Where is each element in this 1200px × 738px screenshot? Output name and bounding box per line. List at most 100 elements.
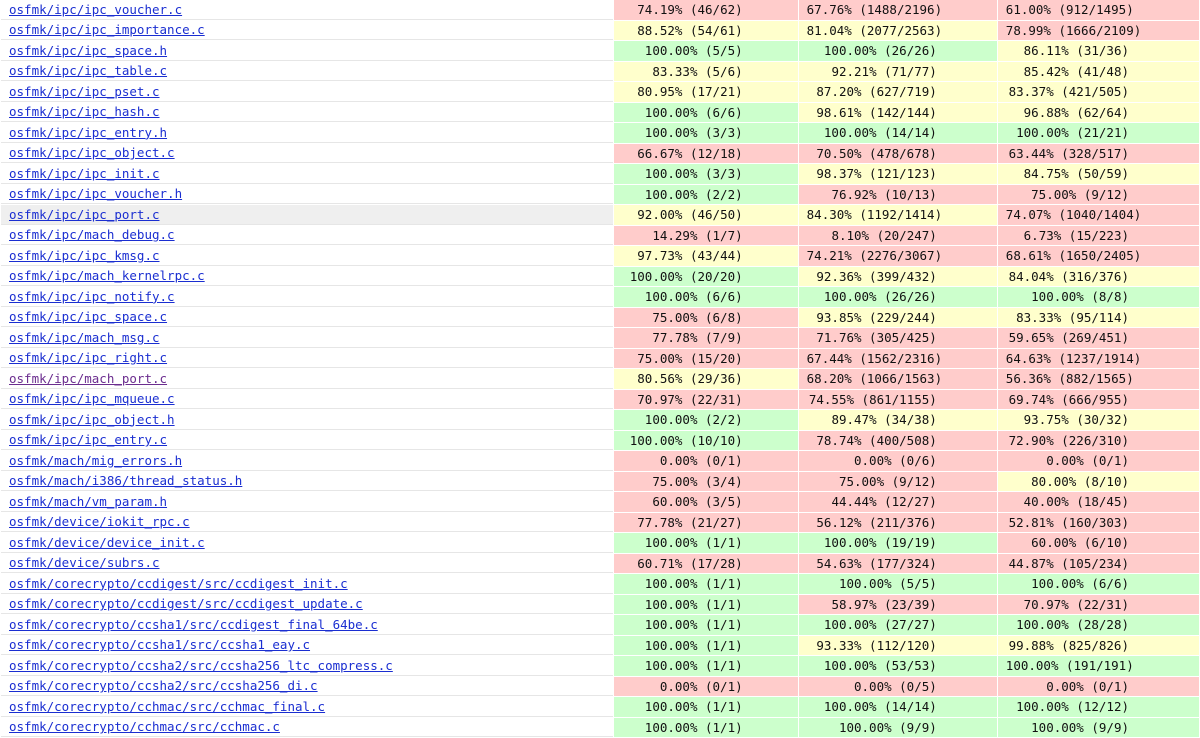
function-coverage-cell: 77.78% (21/27) [613,512,798,532]
line-coverage-cell: 87.20% (627/719) [798,82,997,102]
branch-coverage-cell: 100.00% (21/21) [997,123,1199,143]
file-link[interactable]: osfmk/device/device_init.c [9,535,205,550]
line-coverage-cell: 68.20% (1066/1563) [798,369,997,389]
branch-coverage-cell: 60.00% (6/10) [997,533,1199,553]
line-coverage-cell: 58.97% (23/39) [798,594,997,614]
line-coverage-cell: 70.50% (478/678) [798,143,997,163]
file-link[interactable]: osfmk/device/subrs.c [9,555,160,570]
function-coverage-cell: 75.00% (6/8) [613,307,798,327]
file-link[interactable]: osfmk/ipc/ipc_notify.c [9,289,175,304]
table-row: osfmk/device/device_init.c 100.00% (1/1) 1… [1,533,1199,553]
file-cell: osfmk/ipc/ipc_space.c [1,307,613,327]
file-link[interactable]: osfmk/corecrypto/ccdigest/src/ccdigest_i… [9,576,348,591]
line-coverage-cell: 71.76% (305/425) [798,328,997,348]
file-link[interactable]: osfmk/corecrypto/ccsha2/src/ccsha256_ltc… [9,658,393,673]
file-cell: osfmk/ipc/mach_debug.c [1,225,613,245]
function-coverage-cell: 100.00% (6/6) [613,287,798,307]
table-row: osfmk/corecrypto/ccdigest/src/ccdigest_u… [1,594,1199,614]
file-link[interactable]: osfmk/corecrypto/ccsha1/src/ccdigest_fin… [9,617,378,632]
file-link[interactable]: osfmk/corecrypto/ccdigest/src/ccdigest_u… [9,596,363,611]
function-coverage-cell: 100.00% (3/3) [613,164,798,184]
file-cell: osfmk/ipc/ipc_importance.c [1,20,613,40]
line-coverage-cell: 100.00% (53/53) [798,656,997,676]
file-link[interactable]: osfmk/ipc/ipc_object.h [9,412,175,427]
file-link[interactable]: osfmk/ipc/ipc_space.h [9,43,167,58]
line-coverage-cell: 84.30% (1192/1414) [798,205,997,225]
branch-coverage-cell: 86.11% (31/36) [997,41,1199,61]
branch-coverage-cell: 69.74% (666/955) [997,389,1199,409]
file-link[interactable]: osfmk/ipc/ipc_importance.c [9,22,205,37]
table-row: osfmk/mach/mig_errors.h 0.00% (0/1) 0.00% … [1,451,1199,471]
function-coverage-cell: 100.00% (20/20) [613,266,798,286]
line-coverage-cell: 92.21% (71/77) [798,61,997,81]
line-coverage-cell: 67.76% (1488/2196) [798,0,997,20]
file-link[interactable]: osfmk/ipc/mach_kernelrpc.c [9,268,205,283]
file-link[interactable]: osfmk/ipc/ipc_voucher.c [9,2,182,17]
line-coverage-cell: 0.00% (0/5) [798,676,997,696]
function-coverage-cell: 88.52% (54/61) [613,20,798,40]
file-cell: osfmk/corecrypto/ccsha1/src/ccdigest_fin… [1,615,613,635]
file-link[interactable]: osfmk/corecrypto/cchmac/src/cchmac.c [9,719,280,734]
function-coverage-cell: 14.29% (1/7) [613,225,798,245]
file-link[interactable]: osfmk/ipc/mach_port.c [9,371,167,386]
function-coverage-cell: 100.00% (2/2) [613,410,798,430]
line-coverage-cell: 100.00% (9/9) [798,717,997,737]
function-coverage-cell: 100.00% (1/1) [613,717,798,737]
table-row: osfmk/corecrypto/ccdigest/src/ccdigest_i… [1,574,1199,594]
function-coverage-cell: 100.00% (5/5) [613,41,798,61]
branch-coverage-cell: 0.00% (0/1) [997,676,1199,696]
file-link[interactable]: osfmk/device/iokit_rpc.c [9,514,190,529]
file-link[interactable]: osfmk/ipc/ipc_space.c [9,309,167,324]
file-link[interactable]: osfmk/ipc/ipc_voucher.h [9,186,182,201]
function-coverage-cell: 75.00% (15/20) [613,348,798,368]
line-coverage-cell: 78.74% (400/508) [798,430,997,450]
file-link[interactable]: osfmk/mach/vm_param.h [9,494,167,509]
function-coverage-cell: 70.97% (22/31) [613,389,798,409]
table-row: osfmk/ipc/ipc_init.c 100.00% (3/3) 98.37% … [1,164,1199,184]
file-cell: osfmk/corecrypto/cchmac/src/cchmac_final… [1,697,613,717]
file-link[interactable]: osfmk/corecrypto/ccsha1/src/ccsha1_eay.c [9,637,310,652]
line-coverage-cell: 93.85% (229/244) [798,307,997,327]
file-link[interactable]: osfmk/corecrypto/cchmac/src/cchmac_final… [9,699,325,714]
branch-coverage-cell: 40.00% (18/45) [997,492,1199,512]
branch-coverage-cell: 63.44% (328/517) [997,143,1199,163]
file-link[interactable]: osfmk/ipc/ipc_entry.h [9,125,167,140]
function-coverage-cell: 100.00% (2/2) [613,184,798,204]
file-link[interactable]: osfmk/ipc/ipc_mqueue.c [9,391,175,406]
branch-coverage-cell: 85.42% (41/48) [997,61,1199,81]
branch-coverage-cell: 100.00% (9/9) [997,717,1199,737]
file-cell: osfmk/ipc/ipc_hash.c [1,102,613,122]
line-coverage-cell: 100.00% (26/26) [798,287,997,307]
file-link[interactable]: osfmk/mach/mig_errors.h [9,453,182,468]
file-link[interactable]: osfmk/ipc/ipc_init.c [9,166,160,181]
line-coverage-cell: 74.55% (861/1155) [798,389,997,409]
line-coverage-cell: 100.00% (14/14) [798,123,997,143]
line-coverage-cell: 8.10% (20/247) [798,225,997,245]
branch-coverage-cell: 99.88% (825/826) [997,635,1199,655]
file-cell: osfmk/corecrypto/ccsha2/src/ccsha256_ltc… [1,656,613,676]
file-link[interactable]: osfmk/ipc/mach_msg.c [9,330,160,345]
line-coverage-cell: 75.00% (9/12) [798,471,997,491]
file-link[interactable]: osfmk/ipc/ipc_right.c [9,350,167,365]
file-link[interactable]: osfmk/ipc/ipc_object.c [9,145,175,160]
file-link[interactable]: osfmk/mach/i386/thread_status.h [9,473,242,488]
table-row: osfmk/ipc/ipc_space.c 75.00% (6/8) 93.85% … [1,307,1199,327]
file-link[interactable]: osfmk/ipc/ipc_table.c [9,63,167,78]
file-link[interactable]: osfmk/ipc/ipc_pset.c [9,84,160,99]
function-coverage-cell: 92.00% (46/50) [613,205,798,225]
file-link[interactable]: osfmk/corecrypto/ccsha2/src/ccsha256_di.… [9,678,318,693]
table-row: osfmk/ipc/ipc_object.h 100.00% (2/2) 89.47… [1,410,1199,430]
table-row: osfmk/ipc/mach_debug.c 14.29% (1/7) 8.10% … [1,225,1199,245]
file-link[interactable]: osfmk/ipc/ipc_port.c [9,207,160,222]
line-coverage-cell: 100.00% (27/27) [798,615,997,635]
file-link[interactable]: osfmk/ipc/ipc_entry.c [9,432,167,447]
function-coverage-cell: 100.00% (6/6) [613,102,798,122]
table-row: osfmk/device/iokit_rpc.c 77.78% (21/27) 56… [1,512,1199,532]
file-cell: osfmk/corecrypto/ccsha2/src/ccsha256_di.… [1,676,613,696]
file-link[interactable]: osfmk/ipc/ipc_hash.c [9,104,160,119]
table-row: osfmk/ipc/ipc_voucher.c 74.19% (46/62) 67.… [1,0,1199,20]
file-link[interactable]: osfmk/ipc/mach_debug.c [9,227,175,242]
file-link[interactable]: osfmk/ipc/ipc_kmsg.c [9,248,160,263]
function-coverage-cell: 60.71% (17/28) [613,553,798,573]
branch-coverage-cell: 84.75% (50/59) [997,164,1199,184]
